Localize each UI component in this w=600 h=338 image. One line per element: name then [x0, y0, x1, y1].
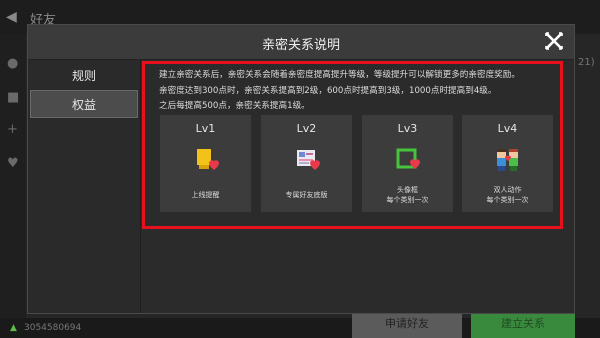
- level-caption-sub: 每个类别一次: [486, 196, 529, 204]
- level-caption: 头像框: [397, 186, 418, 194]
- level-caption-sub: 每个类别一次: [386, 196, 429, 204]
- back-icon[interactable]: ◀: [6, 9, 17, 25]
- tab-rules[interactable]: 规则: [30, 62, 138, 90]
- description-line: 建立亲密关系后，亲密关系会随着亲密度提高提升等级，等级提升可以解锁更多的亲密度奖…: [159, 70, 520, 80]
- heart-icon[interactable]: ♥: [7, 156, 19, 171]
- level-label: Lv2: [296, 122, 317, 135]
- level-caption: 双人动作: [493, 186, 522, 194]
- side-count: 21): [578, 57, 595, 68]
- description-line: 之后每提高500点，亲密关系提高1级。: [159, 101, 310, 111]
- add-icon[interactable]: +: [7, 122, 18, 137]
- level-label: Lv3: [397, 122, 418, 135]
- side-rail: ● ■ + ♥: [0, 34, 26, 324]
- level-card-1: Lv1 上线提醒: [160, 115, 251, 212]
- level-card-3: Lv3 头像框 每个类别一次: [362, 115, 453, 212]
- level-caption: 专属好友底版: [285, 191, 328, 199]
- online-reminder-icon: [197, 149, 219, 170]
- close-icon[interactable]: [544, 31, 564, 51]
- friend-base-icon: [297, 150, 320, 170]
- build-relation-button[interactable]: 建立关系: [471, 312, 575, 338]
- description-line: 亲密度达到300点时，亲密关系提高到2级，600点时提高到3级，1000点时提高…: [159, 85, 497, 96]
- level-caption: 上线提醒: [191, 191, 220, 199]
- dialog-sidebar: 规则 权益: [28, 60, 141, 313]
- friends-icon[interactable]: ●: [7, 56, 18, 71]
- description: 建立亲密关系后，亲密关系会随着亲密度提高提升等级，等级提升可以解锁更多的亲密度奖…: [159, 68, 559, 115]
- dialog-title: 亲密关系说明: [261, 38, 340, 53]
- level-label: Lv4: [497, 122, 518, 135]
- device-id: 3054580694: [24, 323, 82, 333]
- wifi-icon: ▲: [10, 323, 17, 333]
- group-icon[interactable]: ■: [7, 90, 19, 105]
- level-card-4: Lv4 双人动作 每个类别一次: [462, 115, 553, 212]
- dialog-header: 亲密关系说明: [28, 25, 574, 60]
- level-label: Lv1: [195, 122, 216, 135]
- avatar-frame-icon: [396, 148, 420, 169]
- tab-benefits[interactable]: 权益: [30, 90, 138, 118]
- level-card-2: Lv2 专属好友底版: [261, 115, 352, 212]
- duo-action-icon: [497, 149, 518, 171]
- apply-friend-button[interactable]: 申请好友: [352, 312, 462, 338]
